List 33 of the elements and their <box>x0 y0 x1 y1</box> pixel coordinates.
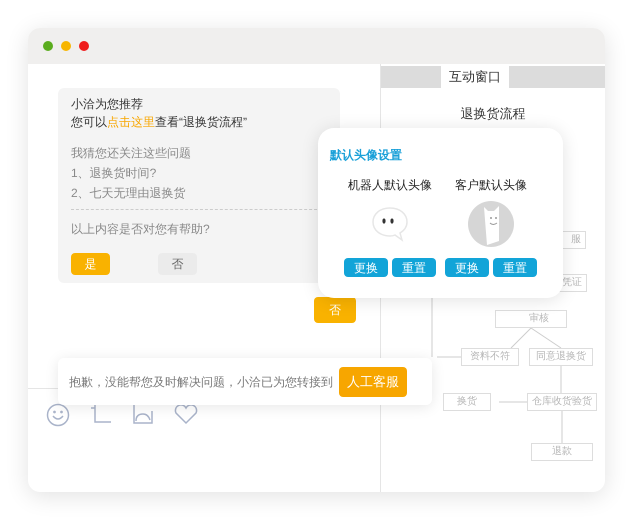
avatar-button[interactable]: 更换 <box>344 258 388 277</box>
flow-node: 仓库收货验货 <box>527 393 597 411</box>
flow-node: 资料不符 <box>461 348 519 366</box>
helpful-prompt: 以上内容是否对您有帮助? <box>71 222 210 236</box>
bubble-text: 您可以点击这里查看“退换货流程” <box>71 114 248 131</box>
link[interactable]: 点击这里 <box>107 115 155 129</box>
bubble-title: 小洽为您推荐 <box>71 96 144 113</box>
flow-node: 审核 <box>495 310 567 328</box>
flow-node: 换货 <box>443 393 491 411</box>
human-service-button[interactable]: 人工客服 <box>339 366 407 396</box>
flow-connector <box>560 366 562 394</box>
avatar-label: 客户默认头像 <box>455 177 527 194</box>
card-title: 默认头像设置 <box>330 147 403 164</box>
question-link[interactable]: 1、退换货时间? <box>71 163 156 183</box>
feedback-button[interactable]: 是 <box>71 253 110 275</box>
avatar-button[interactable]: 重置 <box>392 258 436 277</box>
reply-bubble: 否 <box>314 297 356 323</box>
feedback-button[interactable]: 否 <box>158 253 197 275</box>
heart-icon[interactable] <box>174 403 198 425</box>
flow-node: 同意退换货 <box>529 348 593 366</box>
flow-title: 退换货流程 <box>460 105 526 123</box>
flow-connector <box>436 356 462 358</box>
notice-text: 抱歉，没能帮您及时解决问题，小洽已为您转接到 <box>69 374 333 390</box>
avatar-button[interactable]: 更换 <box>445 258 489 277</box>
speech-bubble-icon <box>370 206 410 242</box>
avatar-icon <box>468 201 514 247</box>
flow-node: 退款 <box>531 443 593 461</box>
smiley-icon[interactable] <box>46 403 70 427</box>
avatar-button[interactable]: 重置 <box>493 258 537 277</box>
avatar-label: 机器人默认头像 <box>348 177 432 194</box>
suggest-heading: 我猜您还关注这些问题 <box>71 145 192 162</box>
tab[interactable]: 互动窗口 <box>441 66 509 88</box>
question-link[interactable]: 2、七天无理由退换货 <box>71 183 186 203</box>
